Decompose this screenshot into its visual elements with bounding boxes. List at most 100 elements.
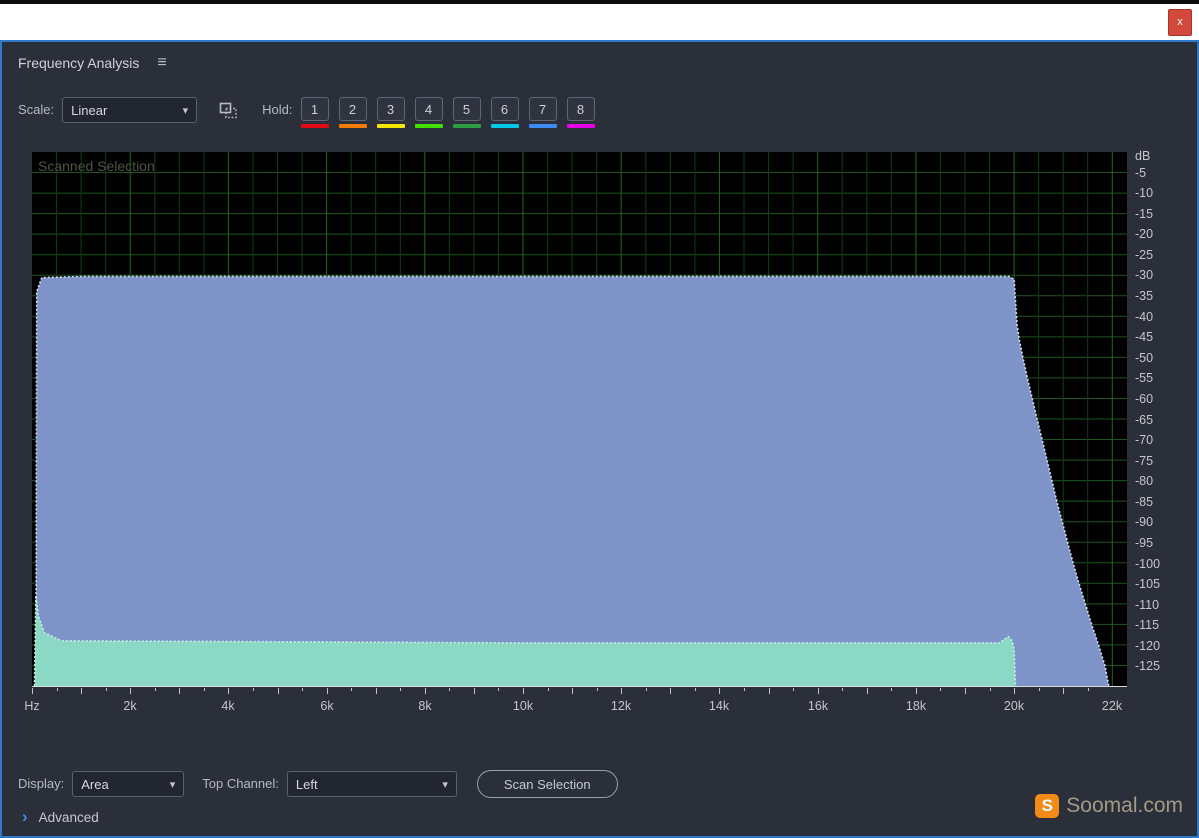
- x-axis-tick: [744, 688, 745, 691]
- x-axis-label: 8k: [418, 699, 432, 713]
- hold-button-8[interactable]: 8: [566, 97, 595, 121]
- advanced-toggle[interactable]: › Advanced: [22, 808, 99, 826]
- x-axis-label: 10k: [512, 699, 534, 713]
- x-axis-tick: [1039, 688, 1040, 691]
- chevron-down-icon: ▾: [169, 778, 176, 791]
- x-axis-tick: [155, 688, 156, 691]
- x-axis-tick: [793, 688, 794, 691]
- panel-menu-icon[interactable]: ≡: [157, 54, 166, 72]
- x-axis-tick: [57, 688, 58, 691]
- x-axis-label: 6k: [320, 699, 334, 713]
- x-axis-tick: [548, 688, 549, 691]
- hold-button-5[interactable]: 5: [452, 97, 481, 121]
- hold-button-4[interactable]: 4: [414, 97, 443, 121]
- frequency-analysis-panel: Frequency Analysis ≡ Scale: Linear ▾ Hol…: [0, 40, 1199, 838]
- x-axis-tick: [695, 688, 696, 691]
- watermark: S Soomal.com: [1035, 794, 1183, 818]
- panel-title: Frequency Analysis: [18, 55, 140, 71]
- x-axis-label: Hz: [24, 699, 40, 713]
- hold-button-1[interactable]: 1: [300, 97, 329, 121]
- x-axis-tick: [891, 688, 892, 691]
- x-axis-tick: [253, 688, 254, 691]
- scan-selection-button[interactable]: Scan Selection: [476, 770, 618, 798]
- hold-color-2: [338, 124, 367, 128]
- x-axis-tick: [278, 688, 279, 694]
- top-channel-label: Top Channel:: [202, 776, 279, 791]
- y-axis-label: -5: [1135, 166, 1147, 180]
- x-axis-label: 18k: [905, 699, 927, 713]
- x-axis-tick: [572, 688, 573, 694]
- top-channel-dropdown[interactable]: Left ▾: [286, 771, 457, 797]
- x-axis-tick: [990, 688, 991, 691]
- soomal-logo-icon: S: [1035, 794, 1060, 818]
- x-axis-label: 12k: [610, 699, 632, 713]
- chevron-right-icon: ›: [22, 807, 28, 826]
- x-axis-tick: [1014, 688, 1015, 694]
- y-axis-label: -120: [1135, 639, 1161, 653]
- y-axis-label: -50: [1135, 351, 1154, 365]
- x-axis-tick: [646, 688, 647, 691]
- x-axis-label: 4k: [221, 699, 235, 713]
- hold-button-6[interactable]: 6: [490, 97, 519, 121]
- y-axis-label: -35: [1135, 289, 1154, 303]
- y-axis-label: -70: [1135, 433, 1154, 447]
- y-axis-label: -10: [1135, 186, 1154, 200]
- x-axis-tick: [327, 688, 328, 694]
- x-axis-tick: [376, 688, 377, 694]
- y-axis-label: -30: [1135, 268, 1154, 282]
- y-axis-label: -110: [1135, 598, 1160, 612]
- x-axis-tick: [204, 688, 205, 691]
- top-channel-dropdown-value: Left: [295, 776, 318, 792]
- hold-color-7: [528, 124, 557, 128]
- x-axis-tick: [916, 688, 917, 694]
- x-axis-tick: [179, 688, 180, 694]
- hold-color-1: [300, 124, 329, 128]
- x-axis-tick: [867, 688, 868, 694]
- x-axis-tick: [670, 688, 671, 694]
- chevron-down-icon: ▾: [182, 104, 189, 117]
- hold-buttons-group: 12345678: [300, 97, 595, 128]
- x-axis-tick: [81, 688, 82, 694]
- display-label: Display:: [18, 776, 65, 791]
- hold-color-3: [376, 124, 405, 128]
- plot-area[interactable]: Scanned Selection: [32, 152, 1127, 687]
- y-axis-unit: dB: [1135, 149, 1151, 163]
- scale-dropdown[interactable]: Linear ▾: [62, 97, 198, 123]
- hold-button-7[interactable]: 7: [528, 97, 557, 121]
- window-close-button[interactable]: x: [1168, 9, 1192, 36]
- display-dropdown-value: Area: [81, 776, 109, 792]
- x-axis-label: 20k: [1003, 699, 1025, 713]
- x-axis-tick: [597, 688, 598, 691]
- x-axis-tick: [842, 688, 843, 691]
- x-axis-tick: [769, 688, 770, 694]
- copy-graph-icon[interactable]: [219, 102, 238, 122]
- y-axis-label: -40: [1135, 310, 1154, 324]
- hold-color-8: [566, 124, 595, 128]
- hold-button-2[interactable]: 2: [338, 97, 367, 121]
- x-axis-tick: [523, 688, 524, 694]
- x-axis-tick: [32, 688, 33, 694]
- chevron-down-icon: ▾: [442, 778, 448, 791]
- y-axis-label: -60: [1135, 392, 1154, 406]
- advanced-label: Advanced: [38, 809, 99, 825]
- y-axis: dB -5 -10 -15 -20 -25 -30 -35 -40 -45 -50 -55 -60 -65…: [1135, 149, 1197, 697]
- y-axis-label: -85: [1135, 495, 1154, 509]
- x-axis-tick: [940, 688, 941, 691]
- x-axis: Hz 2k 4k 6k 8k 10k 12k 14k 16k 18k 20k 22k: [24, 688, 1152, 724]
- x-axis-tick: [621, 688, 622, 694]
- footer-controls: Display: Area ▾ Top Channel: Left ▾ Scan…: [18, 770, 618, 798]
- scale-dropdown-value: Linear: [71, 102, 108, 118]
- toolbar: Scale: Linear ▾ Hold: 12345678: [18, 97, 595, 128]
- y-axis-label: -115: [1135, 618, 1160, 632]
- y-axis-label: -15: [1135, 207, 1154, 221]
- x-axis-tick: [130, 688, 131, 694]
- watermark-text: Soomal.com: [1066, 794, 1183, 817]
- y-axis-label: -20: [1135, 227, 1154, 241]
- display-dropdown[interactable]: Area ▾: [72, 771, 185, 797]
- hold-color-5: [452, 124, 481, 128]
- window-titlebar: x: [0, 0, 1199, 40]
- x-axis-tick: [425, 688, 426, 694]
- y-axis-label: -90: [1135, 515, 1154, 529]
- y-axis-label: -105: [1135, 577, 1161, 591]
- hold-button-3[interactable]: 3: [376, 97, 405, 121]
